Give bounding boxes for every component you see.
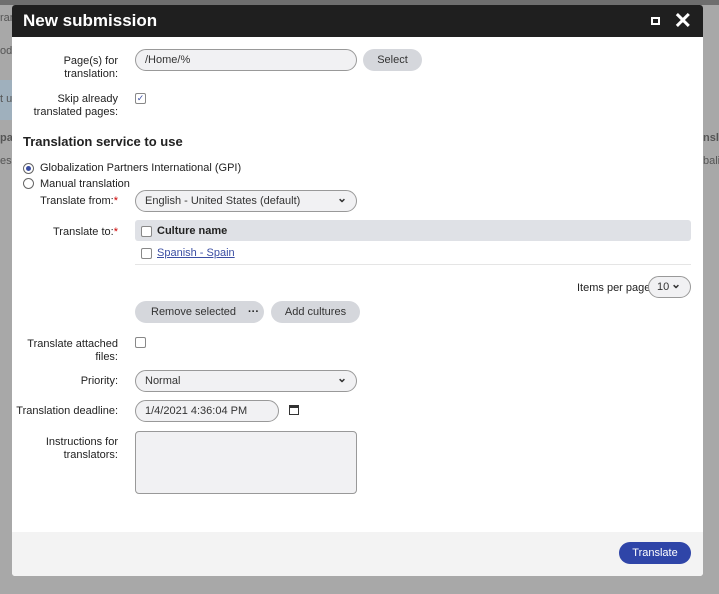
translate-button[interactable]: Translate [619,542,691,564]
skip-checkbox[interactable]: ✓ [135,93,146,104]
close-icon[interactable]: ✕ [674,10,692,32]
radio-manual[interactable] [23,178,34,189]
more-options-icon[interactable]: ··· [248,306,259,318]
culture-name-header: Culture name [157,225,228,237]
dialog-title: New submission [23,11,158,30]
dialog-header: New submission ✕ [12,5,703,37]
background-text: baliz [703,155,719,167]
service-heading: Translation service to use [23,134,183,149]
translate-from-text: Translate from: [40,195,114,207]
background-text: t u [0,93,13,105]
required-mark: * [113,226,118,238]
translate-to-label: Translate to:* [12,226,118,239]
select-all-checkbox[interactable] [141,226,152,237]
pages-label: Page(s) for translation: [63,55,118,80]
skip-label: Skip already translated pages: [33,93,118,118]
dialog-footer: Translate [12,532,703,576]
items-per-page-select[interactable]: 10 [648,274,691,298]
deadline-input[interactable]: 1/4/2021 4:36:04 PM [135,400,279,422]
radio-gpi[interactable] [23,163,34,174]
calendar-icon[interactable] [289,405,299,415]
pages-input[interactable]: /Home/% [135,49,357,71]
radio-manual-label: Manual translation [40,178,130,190]
instructions-label: Instructions for translators: [45,436,118,461]
items-per-page-label: Items per page [577,282,651,294]
select-button[interactable]: Select [363,49,422,71]
attach-label: Translate attached files: [27,338,118,363]
translate-to-text: Translate to: [52,226,114,238]
deadline-label: Translation deadline: [16,405,118,417]
instructions-textarea[interactable] [135,431,357,494]
culture-link[interactable]: Spanish - Spain [157,247,235,259]
background-text: nsla [703,132,719,144]
maximize-icon[interactable] [650,17,660,25]
remove-selected-button[interactable]: Remove selected [135,301,264,323]
row-divider [135,264,691,265]
translate-from-label: Translate from:* [12,195,118,208]
add-cultures-button[interactable]: Add cultures [271,301,360,323]
translate-from-select[interactable]: English - United States (default) [135,188,357,212]
priority-label: Priority: [80,375,118,387]
new-submission-dialog: New submission ✕ Page(s) for translation… [12,5,703,576]
background-text: pa [0,132,13,144]
culture-row-checkbox[interactable] [141,248,152,259]
radio-gpi-label: Globalization Partners International (GP… [40,162,242,174]
priority-select[interactable]: Normal [135,368,357,392]
attach-checkbox[interactable] [135,337,146,348]
required-mark: * [113,195,118,207]
